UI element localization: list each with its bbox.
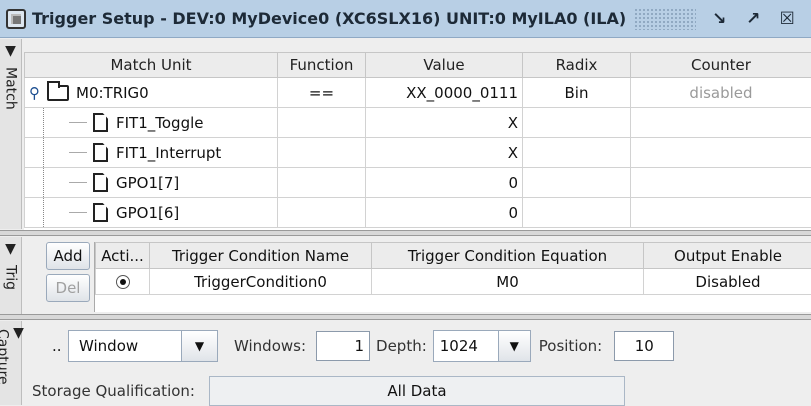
trig-strip[interactable]: ▼ Trig — [0, 237, 22, 314]
counter-cell[interactable] — [631, 198, 811, 228]
add-button[interactable]: Add — [46, 242, 90, 270]
panel-divider[interactable] — [0, 314, 811, 320]
radix-cell[interactable]: Bin — [523, 78, 631, 108]
capture-ellipsis: .. — [52, 337, 68, 355]
window-titlebar[interactable]: Trigger Setup - DEV:0 MyDevice0 (XC6SLX1… — [0, 0, 811, 38]
del-button[interactable]: Del — [46, 274, 90, 302]
storage-qualification-label: Storage Qualification: — [32, 382, 195, 400]
capture-strip[interactable]: ▼ Capture — [0, 321, 22, 405]
value-cell[interactable]: 0 — [366, 168, 523, 198]
table-row[interactable]: GPO1[6] 0 — [25, 198, 811, 228]
col-condition-name[interactable]: Trigger Condition Name — [150, 243, 372, 269]
capture-mode-select[interactable]: Window ▼ — [68, 330, 218, 362]
col-active[interactable]: Acti... — [96, 243, 150, 269]
counter-cell[interactable]: disabled — [631, 78, 811, 108]
match-table: Match Unit Function Value Radix Counter … — [24, 52, 811, 228]
function-cell[interactable] — [278, 198, 366, 228]
folder-icon — [47, 85, 69, 101]
match-unit-name: M0:TRIG0 — [76, 84, 149, 102]
output-enable-cell[interactable]: Disabled — [644, 269, 811, 295]
value-cell[interactable]: X — [366, 138, 523, 168]
col-value[interactable]: Value — [366, 53, 523, 78]
trigger-condition-panel: Acti... Trigger Condition Name Trigger C… — [94, 242, 811, 312]
match-strip[interactable]: ▼ Match — [0, 39, 22, 229]
trigger-icon — [6, 9, 26, 29]
window-title: Trigger Setup - DEV:0 MyDevice0 (XC6SLX1… — [32, 9, 626, 28]
col-condition-equation[interactable]: Trigger Condition Equation — [372, 243, 644, 269]
depth-select[interactable]: 1024 ▼ — [433, 330, 531, 362]
table-row[interactable]: TriggerCondition0 M0 Disabled — [96, 269, 811, 295]
counter-cell[interactable] — [631, 168, 811, 198]
signal-file-icon — [93, 113, 108, 132]
windows-field[interactable]: 1 — [316, 331, 370, 361]
counter-cell[interactable] — [631, 138, 811, 168]
function-cell[interactable]: == — [278, 78, 366, 108]
panel-divider[interactable] — [0, 230, 811, 236]
chevron-down-icon[interactable]: ▼ — [498, 331, 530, 361]
function-cell[interactable] — [278, 108, 366, 138]
signal-file-icon — [93, 173, 108, 192]
signal-name: FIT1_Interrupt — [116, 144, 221, 162]
col-function[interactable]: Function — [278, 53, 366, 78]
col-counter[interactable]: Counter — [631, 53, 811, 78]
close-icon[interactable]: ☒ — [776, 9, 798, 29]
signal-name: GPO1[7] — [116, 174, 179, 192]
table-row[interactable]: FIT1_Toggle X — [25, 108, 811, 138]
radix-cell[interactable] — [523, 108, 631, 138]
minimize-icon[interactable]: ↘ — [708, 9, 730, 29]
function-cell[interactable] — [278, 168, 366, 198]
titlebar-grip — [634, 8, 696, 30]
depth-value: 1024 — [434, 331, 498, 361]
signal-file-icon — [93, 143, 108, 162]
condition-name-cell[interactable]: TriggerCondition0 — [150, 269, 372, 295]
signal-file-icon — [93, 203, 108, 222]
capture-mode-value: Window — [69, 331, 181, 361]
value-cell[interactable]: X — [366, 108, 523, 138]
col-match-unit[interactable]: Match Unit — [25, 53, 278, 78]
match-strip-label: ▼ Match — [3, 39, 19, 229]
windows-label: Windows: — [234, 337, 306, 355]
position-label: Position: — [539, 337, 602, 355]
depth-label: Depth: — [376, 337, 427, 355]
table-row[interactable]: GPO1[7] 0 — [25, 168, 811, 198]
value-cell[interactable]: 0 — [366, 198, 523, 228]
trig-strip-label: ▼ Trig — [3, 237, 19, 314]
value-cell[interactable]: XX_0000_0111 — [366, 78, 523, 108]
function-cell[interactable] — [278, 138, 366, 168]
condition-equation-cell[interactable]: M0 — [372, 269, 644, 295]
tree-expand-icon[interactable]: ⚲ — [29, 84, 43, 102]
chevron-down-icon[interactable]: ▼ — [181, 331, 217, 361]
capture-strip-label: ▼ Capture — [0, 321, 27, 405]
signal-name: GPO1[6] — [116, 204, 179, 222]
table-row[interactable]: ⚲ M0:TRIG0 == XX_0000_0111 Bin disabled — [25, 78, 811, 108]
table-row[interactable]: FIT1_Interrupt X — [25, 138, 811, 168]
storage-qualification-field[interactable]: All Data — [209, 376, 625, 406]
active-radio[interactable] — [116, 275, 130, 289]
capture-panel: .. Window ▼ Windows: 1 Depth: 1024 ▼ Pos… — [24, 322, 811, 405]
position-field[interactable]: 10 — [614, 331, 674, 361]
signal-name: FIT1_Toggle — [116, 114, 204, 132]
radix-cell[interactable] — [523, 198, 631, 228]
radix-cell[interactable] — [523, 168, 631, 198]
radix-cell[interactable] — [523, 138, 631, 168]
col-radix[interactable]: Radix — [523, 53, 631, 78]
trigger-condition-table: Acti... Trigger Condition Name Trigger C… — [95, 242, 811, 295]
col-output-enable[interactable]: Output Enable — [644, 243, 811, 269]
match-unit-panel: Match Unit Function Value Radix Counter … — [24, 52, 811, 232]
counter-cell[interactable] — [631, 108, 811, 138]
maximize-icon[interactable]: ↗ — [742, 9, 764, 29]
